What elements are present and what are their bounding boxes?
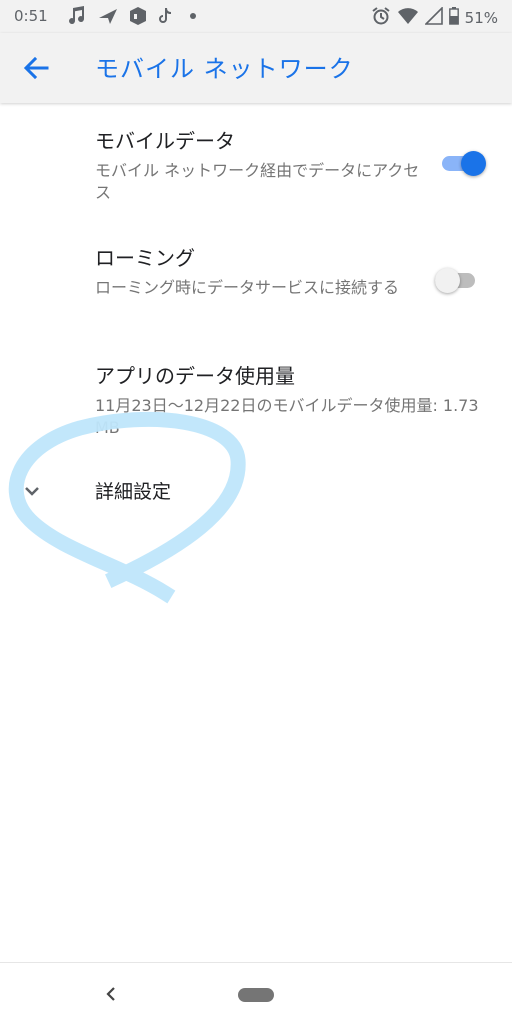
mobile-data-summary: モバイル ネットワーク経由でデータにアクセス bbox=[95, 161, 420, 202]
mobile-data-title: モバイルデータ bbox=[95, 129, 235, 153]
app-data-usage-item[interactable]: アプリのデータ使用量 11月23日〜12月22日のモバイルデータ使用量: 1.7… bbox=[95, 360, 490, 439]
status-bar: 0:51 51% bbox=[0, 0, 512, 33]
battery-percent: 51% bbox=[464, 9, 498, 27]
advanced-settings-label: 詳細設定 bbox=[95, 481, 172, 503]
mobile-data-toggle[interactable] bbox=[442, 149, 486, 177]
more-dot-icon bbox=[188, 6, 198, 30]
home-pill-icon[interactable] bbox=[238, 988, 274, 1002]
nav-back-icon[interactable] bbox=[100, 983, 122, 1005]
chevron-down-icon bbox=[20, 479, 44, 503]
roaming-toggle[interactable] bbox=[435, 266, 479, 294]
tiktok-icon bbox=[157, 6, 173, 30]
app-data-usage-summary: 11月23日〜12月22日のモバイルデータ使用量: 1.73 MB bbox=[95, 396, 479, 437]
paper-plane-icon bbox=[98, 6, 118, 30]
back-button[interactable] bbox=[18, 50, 54, 86]
roaming-item[interactable]: ローミング ローミング時にデータサービスに接続する bbox=[95, 242, 420, 299]
music-note-icon bbox=[68, 6, 86, 30]
mobile-data-item[interactable]: モバイルデータ モバイル ネットワーク経由でデータにアクセス bbox=[95, 125, 420, 204]
page-title: モバイル ネットワーク bbox=[95, 55, 354, 83]
status-time: 0:51 bbox=[14, 7, 48, 25]
arrow-back-icon bbox=[18, 56, 54, 90]
signal-icon bbox=[423, 6, 443, 29]
advanced-settings-item[interactable]: 詳細設定 bbox=[0, 467, 512, 513]
navigation-bar bbox=[0, 962, 512, 1025]
roaming-summary: ローミング時にデータサービスに接続する bbox=[95, 278, 400, 297]
battery-icon bbox=[448, 7, 459, 29]
wifi-icon bbox=[397, 7, 419, 29]
roaming-title: ローミング bbox=[95, 246, 195, 270]
app-data-usage-title: アプリのデータ使用量 bbox=[95, 364, 295, 388]
app-bar: モバイル ネットワーク bbox=[0, 33, 512, 103]
alarm-icon bbox=[371, 6, 391, 30]
app-logo-icon bbox=[128, 6, 148, 30]
